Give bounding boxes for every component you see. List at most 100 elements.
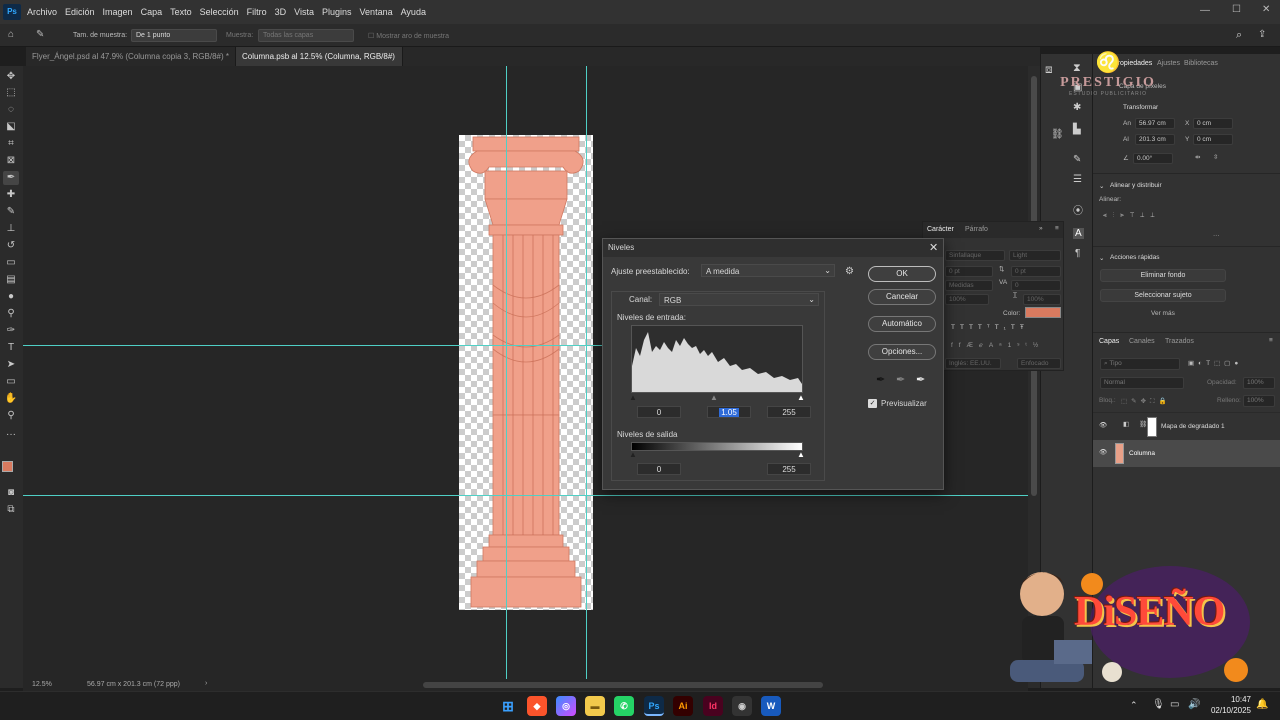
notification-bell-icon[interactable]: 🔔 [1256, 699, 1268, 710]
y-input[interactable]: 0 cm [1193, 134, 1233, 145]
fill-input[interactable]: 100% [1243, 395, 1275, 407]
menu-3d[interactable]: 3D [271, 7, 291, 17]
visibility-eye-icon[interactable]: 👁 [1099, 448, 1107, 456]
eyedropper-tool-icon[interactable]: ✒ [3, 171, 19, 185]
rectangle-tool-icon[interactable]: ▭ [3, 375, 19, 389]
options-button[interactable]: Opciones... [868, 344, 936, 360]
menu-texto[interactable]: Texto [166, 7, 196, 17]
pen-tool-icon[interactable]: ✑ [3, 324, 19, 338]
opacity-input[interactable]: 100% [1243, 377, 1275, 389]
input-white-field[interactable]: 255 [767, 406, 811, 418]
character-icon[interactable]: A [1073, 228, 1084, 239]
menu-plugins[interactable]: Plugins [318, 7, 356, 17]
sample-size-select[interactable]: De 1 punto [131, 29, 217, 42]
gray-eyedropper-icon[interactable]: ✒ [896, 373, 905, 386]
preview-checkbox[interactable]: ✓ [868, 399, 877, 408]
hand-tool-icon[interactable]: ✋ [3, 392, 19, 406]
dialog-titlebar[interactable] [603, 239, 943, 257]
select-subject-button[interactable]: Seleccionar sujeto [1100, 289, 1226, 302]
layer-row-selected[interactable]: 👁 Columna [1093, 440, 1280, 467]
menu-capa[interactable]: Capa [137, 7, 167, 17]
tab-layers[interactable]: Capas [1099, 338, 1119, 345]
menu-imagen[interactable]: Imagen [99, 7, 137, 17]
flip-horizontal-icon[interactable]: ⇹ [1195, 153, 1200, 161]
text-color-swatch[interactable] [1025, 307, 1061, 318]
language-select[interactable]: Inglés: EE.UU. [945, 358, 1001, 369]
histogram-icon[interactable]: ▙ [1073, 124, 1081, 135]
panel-menu-icon[interactable]: ≡ [1055, 225, 1059, 232]
zoom-tool-icon[interactable]: ⚲ [3, 409, 19, 423]
output-white-field[interactable]: 255 [767, 463, 811, 475]
tab-paths[interactable]: Trazados [1165, 338, 1194, 345]
home-icon[interactable]: ⌂ [8, 29, 14, 40]
dodge-tool-icon[interactable]: ⚲ [3, 307, 19, 321]
preset-gear-icon[interactable]: ⚙ [845, 266, 854, 277]
layer-name[interactable]: Columna [1129, 450, 1155, 457]
angle-input[interactable]: 0.00° [1133, 153, 1173, 164]
kerning-select[interactable]: Medidas [945, 280, 993, 291]
menu-ventana[interactable]: Ventana [356, 7, 397, 17]
input-gamma-field[interactable]: 1.05 [707, 406, 751, 418]
more-options-icon[interactable]: ··· [1213, 232, 1220, 239]
frame-tool-icon[interactable]: ⊠ [3, 154, 19, 168]
sample-select[interactable]: Todas las capas [258, 29, 354, 42]
windows-start-icon[interactable]: ⊞ [498, 696, 518, 716]
chrome-icon[interactable]: ◉ [732, 696, 752, 716]
guide-horizontal[interactable] [23, 495, 1028, 496]
lasso-tool-icon[interactable]: ◌ [3, 103, 19, 117]
tab-libraries[interactable]: Bibliotecas [1184, 60, 1218, 67]
document-canvas[interactable] [459, 135, 593, 610]
collapse-icon[interactable]: » [1039, 225, 1043, 232]
illustrator-icon[interactable]: Ai [673, 696, 693, 716]
microphone-icon[interactable]: 🎙 [1152, 699, 1165, 710]
output-white-slider[interactable]: ▲ [797, 450, 805, 459]
path-selection-icon[interactable]: ➤ [3, 358, 19, 372]
horizontal-scrollbar[interactable] [423, 682, 823, 688]
output-black-slider[interactable]: ▲ [629, 450, 637, 459]
chevron-up-icon[interactable]: ⌃ [1130, 700, 1138, 711]
maximize-icon[interactable]: ☐ [1232, 4, 1241, 15]
auto-button[interactable]: Automático [868, 316, 936, 332]
visibility-eye-icon[interactable]: 👁 [1099, 421, 1107, 429]
menu-seleccion[interactable]: Selección [196, 7, 243, 17]
chevron-down-icon[interactable]: ⌄ [1099, 254, 1104, 262]
eraser-tool-icon[interactable]: ▭ [3, 256, 19, 270]
blend-mode-select[interactable]: Normal [1100, 377, 1184, 389]
remove-background-button[interactable]: Eliminar fondo [1100, 269, 1226, 282]
move-tool-icon[interactable]: ✥ [3, 70, 19, 84]
menu-archivo[interactable]: Archivo [23, 7, 61, 17]
zoom-level[interactable]: 12.5% [32, 681, 52, 688]
input-black-field[interactable]: 0 [637, 406, 681, 418]
quick-actions-title[interactable]: Acciones rápidas [1110, 254, 1160, 261]
input-gamma-slider[interactable]: ▲ [710, 393, 718, 402]
tracking-input[interactable]: 0 [1011, 280, 1061, 291]
crop-tool-icon[interactable]: ⌗ [3, 137, 19, 151]
word-icon[interactable]: W [761, 696, 781, 716]
clock-time[interactable]: 10:47 [1207, 695, 1251, 704]
clock-date[interactable]: 02/10/2025 [1203, 706, 1251, 715]
tab-character[interactable]: Carácter [927, 226, 954, 233]
tab-flyer-angel[interactable]: Flyer_Ángel.psd al 47.9% (Columna copia … [26, 47, 236, 80]
leading-input[interactable]: 0 pt [1011, 266, 1061, 277]
share-icon[interactable]: ⇪ [1258, 29, 1266, 40]
opentype-buttons-icon[interactable]: ffÆℯAᵃ1ˢᵗ½ [951, 341, 1044, 349]
screen-mode-icon[interactable]: ⧉ [3, 503, 19, 517]
menu-edicion[interactable]: Edición [61, 7, 99, 17]
lock-icons[interactable]: ⬚✎✥⛶🔒 [1121, 397, 1171, 406]
minimize-icon[interactable]: — [1200, 5, 1210, 16]
photoshop-taskbar-icon[interactable]: Ps [644, 696, 664, 716]
input-black-slider[interactable]: ▲ [629, 393, 637, 402]
chevron-right-icon[interactable]: › [205, 680, 207, 687]
paragraph-icon[interactable]: ¶ [1075, 248, 1080, 259]
menu-vista[interactable]: Vista [290, 7, 318, 17]
layer-name[interactable]: Mapa de degradado 1 [1161, 423, 1225, 430]
indesign-icon[interactable]: Id [703, 696, 723, 716]
search-icon[interactable]: ⌕ [1236, 29, 1242, 42]
brush-tool-icon[interactable]: ✎ [3, 205, 19, 219]
object-selection-tool-icon[interactable]: ⬕ [3, 120, 19, 134]
quick-mask-icon[interactable]: ◙ [3, 486, 19, 500]
brush-settings-icon[interactable]: ✎ [1073, 154, 1081, 165]
file-explorer-icon[interactable]: ▬ [585, 696, 605, 716]
guide-vertical[interactable] [506, 66, 507, 688]
font-family-select[interactable]: Sinfallaque [945, 250, 1005, 261]
